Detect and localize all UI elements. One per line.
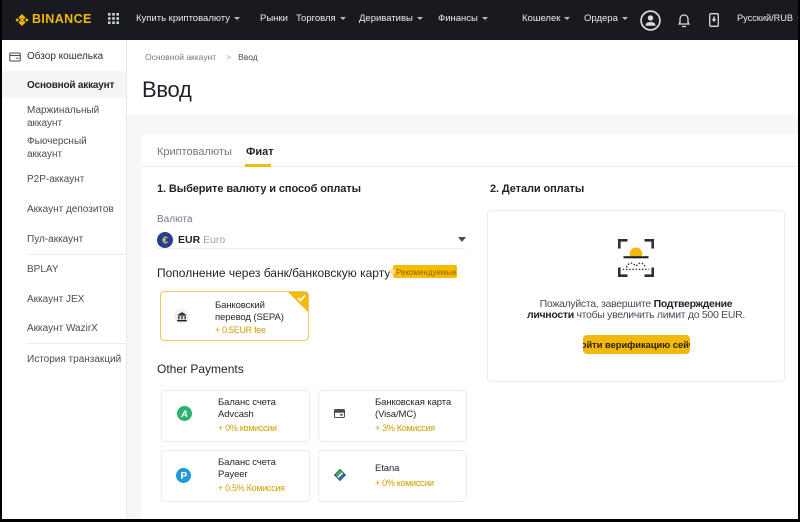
svg-text:A: A	[180, 409, 188, 420]
svg-text:€: €	[162, 236, 168, 247]
svg-text:P: P	[180, 471, 187, 482]
